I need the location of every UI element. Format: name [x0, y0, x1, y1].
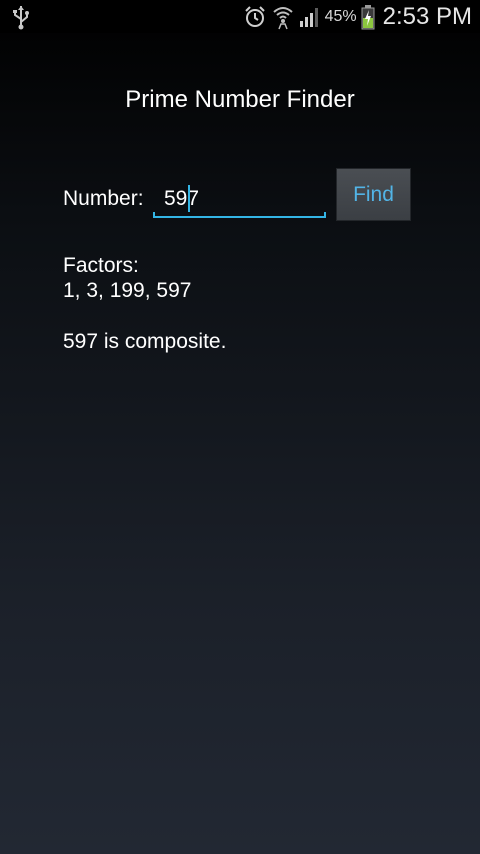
- result-message: 597 is composite.: [63, 330, 227, 353]
- text-cursor: [188, 185, 190, 212]
- usb-icon: [13, 6, 29, 30]
- number-label: Number:: [63, 187, 144, 210]
- factors-value: 1, 3, 199, 597: [63, 279, 192, 302]
- app-title: Prime Number Finder: [125, 86, 355, 113]
- number-input[interactable]: 597: [153, 180, 326, 218]
- status-bar: 45% 2:53 PM: [0, 0, 480, 33]
- number-input-value: 597: [164, 187, 200, 210]
- find-button-label: Find: [353, 182, 394, 206]
- factors-label: Factors:: [63, 254, 139, 277]
- wifi-icon: [272, 6, 293, 29]
- input-underline-left-tick: [153, 212, 155, 218]
- battery-percent: 45%: [324, 7, 357, 25]
- input-underline-right-tick: [324, 212, 326, 218]
- battery-charging-icon: [361, 4, 375, 29]
- signal-icon: [299, 7, 318, 27]
- status-clock: 2:53 PM: [382, 2, 472, 30]
- find-button[interactable]: Find: [336, 168, 411, 221]
- input-underline: [153, 216, 326, 218]
- alarm-icon: [244, 5, 265, 27]
